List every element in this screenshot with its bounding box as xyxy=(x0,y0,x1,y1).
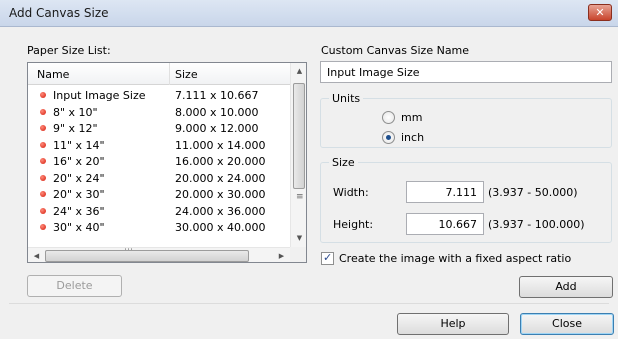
column-header-name[interactable]: Name xyxy=(37,68,69,81)
h-scroll-grip-icon: ⋯ xyxy=(124,245,133,255)
list-item-size: 20.000 x 24.000 xyxy=(175,171,266,185)
horizontal-scroll-thumb[interactable] xyxy=(45,250,249,262)
bullet-icon xyxy=(40,141,46,148)
vertical-scroll-thumb[interactable] xyxy=(293,83,305,189)
custom-name-value: Input Image Size xyxy=(327,66,420,79)
height-range: (3.937 - 100.000) xyxy=(488,218,585,231)
scroll-down-arrow-icon[interactable]: ▼ xyxy=(291,230,306,247)
list-item[interactable]: Input Image Size 7.111 x 10.667 xyxy=(28,88,290,104)
bullet-icon xyxy=(40,158,46,164)
list-item-size: 8.000 x 10.000 xyxy=(175,105,259,119)
scroll-up-arrow-icon[interactable]: ▲ xyxy=(291,63,306,80)
list-item-name: 20" x 30" xyxy=(53,188,105,201)
custom-canvas-size-name-input[interactable]: Input Image Size xyxy=(320,61,612,83)
list-item-name: 8" x 10" xyxy=(53,105,98,119)
bullet-icon xyxy=(40,207,46,214)
help-button[interactable]: Help xyxy=(397,313,509,335)
unit-inch-label[interactable]: inch xyxy=(401,131,424,144)
width-range: (3.937 - 50.000) xyxy=(488,186,578,199)
list-item-name: 24" x 36" xyxy=(53,204,105,218)
list-item-size: 11.000 x 14.000 xyxy=(175,138,266,152)
unit-mm-radio[interactable] xyxy=(382,111,395,124)
divider xyxy=(9,303,609,304)
list-item[interactable]: 11" x 14" 11.000 x 14.000 xyxy=(28,138,290,154)
bullet-icon xyxy=(40,92,46,98)
units-group: Units mm inch xyxy=(320,92,612,148)
title-bar: Add Canvas Size ✕ xyxy=(0,0,618,27)
list-item-size: 30.000 x 40.000 xyxy=(175,221,266,234)
fixed-aspect-checkbox[interactable] xyxy=(321,251,334,265)
delete-button[interactable]: Delete xyxy=(27,275,122,297)
list-item-size: 24.000 x 36.000 xyxy=(175,204,266,218)
window-title: Add Canvas Size xyxy=(9,6,109,20)
close-window-button[interactable]: ✕ xyxy=(588,4,612,21)
list-item-name: Input Image Size xyxy=(53,89,146,102)
fixed-aspect-label[interactable]: Create the image with a fixed aspect rat… xyxy=(339,252,571,265)
list-item-name: 11" x 14" xyxy=(53,138,105,152)
paper-size-list-label: Paper Size List: xyxy=(27,44,111,57)
vertical-scrollbar[interactable]: ▲ ≡ ▼ xyxy=(290,63,306,247)
custom-canvas-size-name-label: Custom Canvas Size Name xyxy=(321,44,470,57)
bullet-icon xyxy=(40,125,46,131)
column-header-size[interactable]: Size xyxy=(175,68,198,81)
list-item[interactable]: 9" x 12" 9.000 x 12.000 xyxy=(28,121,290,137)
list-item[interactable]: 20" x 30" 20.000 x 30.000 xyxy=(28,187,290,203)
unit-mm-label[interactable]: mm xyxy=(401,111,422,124)
width-label: Width: xyxy=(333,186,369,199)
bullet-icon xyxy=(40,224,46,230)
paper-size-list[interactable]: Name Size Input Image Size 7.111 x 10.667… xyxy=(27,62,307,263)
close-button[interactable]: Close xyxy=(520,313,614,335)
height-label: Height: xyxy=(333,218,374,231)
list-item[interactable]: 24" x 36" 24.000 x 36.000 xyxy=(28,204,290,220)
bullet-icon xyxy=(40,191,46,197)
scroll-grip-icon: ≡ xyxy=(296,192,304,202)
list-item-name: 16" x 20" xyxy=(53,155,105,168)
list-item-size: 9.000 x 12.000 xyxy=(175,122,259,135)
size-group-title: Size xyxy=(329,156,358,169)
scroll-right-arrow-icon[interactable]: ▶ xyxy=(273,248,290,262)
column-separator[interactable] xyxy=(169,63,170,85)
list-item-name: 20" x 24" xyxy=(53,171,105,185)
units-group-title: Units xyxy=(329,92,364,105)
list-header: Name Size xyxy=(28,63,290,85)
list-item[interactable]: 16" x 20" 16.000 x 20.000 xyxy=(28,154,290,170)
height-input[interactable]: 10.667 xyxy=(406,213,484,235)
list-item-size: 16.000 x 20.000 xyxy=(175,155,266,168)
bullet-icon xyxy=(40,108,46,115)
list-item[interactable]: 20" x 24" 20.000 x 24.000 xyxy=(28,171,290,187)
list-item-size: 20.000 x 30.000 xyxy=(175,188,266,201)
size-group: Size Width: 7.111 (3.937 - 50.000) Heigh… xyxy=(320,156,612,243)
list-item[interactable]: 30" x 40" 30.000 x 40.000 xyxy=(28,220,290,236)
list-rows: Input Image Size 7.111 x 10.667 8" x 10" 8.… xyxy=(28,85,290,241)
scroll-left-arrow-icon[interactable]: ◀ xyxy=(28,248,45,262)
list-item-name: 9" x 12" xyxy=(53,122,98,135)
scroll-corner xyxy=(290,247,306,262)
add-button[interactable]: Add xyxy=(519,276,613,298)
width-input[interactable]: 7.111 xyxy=(406,181,484,203)
height-value: 10.667 xyxy=(438,218,478,231)
list-item[interactable]: 8" x 10" 8.000 x 10.000 xyxy=(28,105,290,121)
list-item-name: 30" x 40" xyxy=(53,221,105,234)
horizontal-scrollbar[interactable]: ◀ ⋯ ▶ xyxy=(28,245,290,262)
unit-inch-radio[interactable] xyxy=(382,131,395,144)
width-value: 7.111 xyxy=(445,186,478,199)
list-item-size: 7.111 x 10.667 xyxy=(175,89,259,102)
bullet-icon xyxy=(40,174,46,181)
